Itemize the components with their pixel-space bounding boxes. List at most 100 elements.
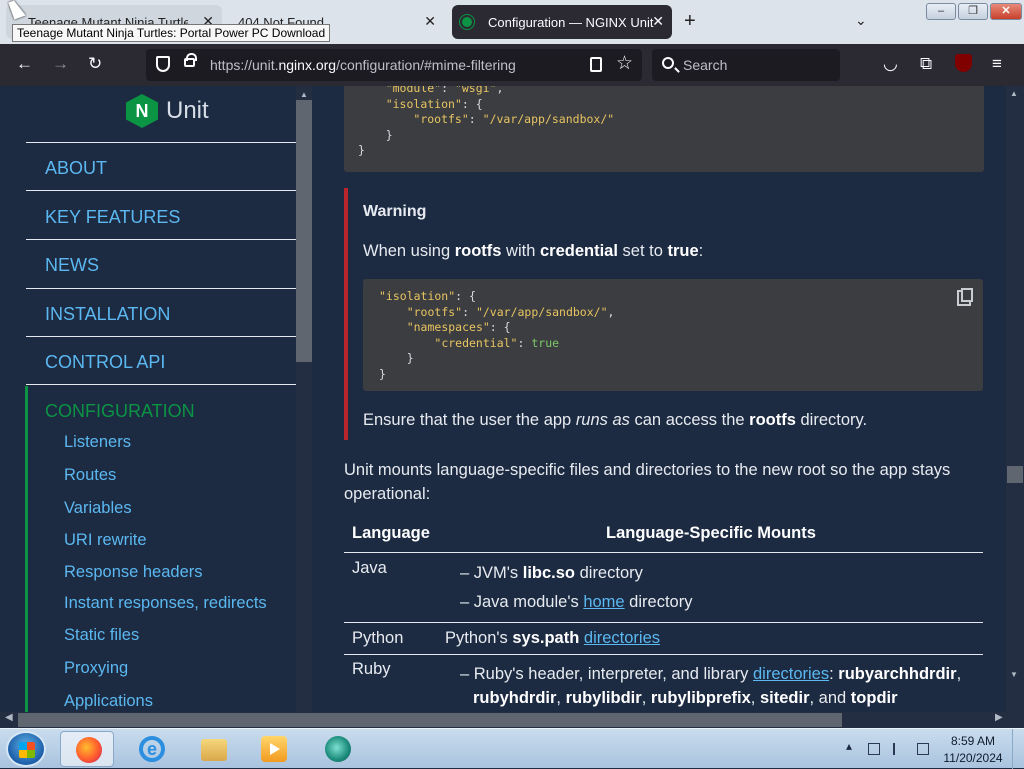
tracking-protection-shield-icon[interactable] (156, 56, 170, 72)
sidebar-subitem-routes[interactable]: Routes (64, 466, 116, 485)
divider (26, 142, 296, 143)
code-block: "module": "wsgi", "isolation": { "rootfs… (344, 86, 984, 172)
pocket-icon[interactable]: ◡ (883, 54, 898, 74)
taskbar-internet-explorer[interactable]: e (124, 731, 178, 767)
lock-icon[interactable] (184, 53, 197, 67)
close-window-button[interactable]: ✕ (990, 3, 1022, 20)
mounts-paragraph: Unit mounts language-specific files and … (344, 461, 951, 503)
close-tab-icon[interactable]: ✕ (652, 14, 664, 28)
scroll-up-arrow-icon[interactable]: ▲ (300, 90, 308, 99)
firefox-icon (76, 737, 102, 763)
ublock-shield-icon[interactable] (955, 54, 972, 77)
minimize-button[interactable]: – (926, 3, 956, 20)
table-cell-ruby: Ruby (352, 660, 391, 678)
unit-logo[interactable]: N Unit (126, 94, 209, 128)
ruby-directories-link[interactable]: directories (753, 665, 829, 683)
horizontal-scrollbar[interactable]: ◀ ▶ (0, 712, 1024, 728)
action-center-flag-icon[interactable] (893, 743, 905, 755)
sidebar-subitem-response-headers[interactable]: Response headers (64, 563, 203, 582)
divider (26, 336, 296, 337)
horizontal-scrollbar-thumb[interactable] (18, 713, 842, 727)
sidebar: N Unit ABOUT KEY FEATURES NEWS INSTALLAT… (0, 86, 312, 712)
windows-logo-icon (19, 742, 35, 758)
maximize-button[interactable]: ❐ (958, 3, 988, 20)
internet-explorer-icon: e (139, 736, 165, 762)
sidebar-item-news[interactable]: NEWS (45, 255, 99, 276)
sidebar-subitem-applications[interactable]: Applications (64, 692, 153, 711)
windows-taskbar: e ▴ 8:59 AM 11/20/2024 (0, 728, 1024, 769)
forward-arrow-icon[interactable]: → (52, 55, 69, 73)
sidebar-item-control-api[interactable]: CONTROL API (45, 352, 165, 373)
hamburger-menu-icon[interactable]: ≡ (992, 54, 1002, 74)
divider (26, 288, 296, 289)
scroll-left-arrow-icon[interactable]: ◀ (5, 712, 13, 723)
warning-ensure-text: Ensure that the user the app runs as can… (363, 411, 868, 429)
sidebar-subitem-instant-responses[interactable]: Instant responses, redirects (64, 594, 267, 613)
active-section-bar (25, 386, 28, 712)
back-arrow-icon[interactable]: ← (16, 55, 33, 73)
network-icon[interactable] (868, 743, 880, 755)
reader-view-icon[interactable] (590, 57, 602, 72)
web-page: N Unit ABOUT KEY FEATURES NEWS INSTALLAT… (0, 86, 1024, 712)
taskbar-media-player[interactable] (246, 731, 300, 767)
table-header-mounts: Language-Specific Mounts (606, 524, 816, 542)
code-block-rootfs-credential: "isolation": { "rootfs": "/var/app/sandb… (363, 279, 983, 391)
divider (26, 384, 296, 385)
sidebar-item-key-features[interactable]: KEY FEATURES (45, 207, 180, 228)
table-rule (344, 622, 983, 623)
warning-text: When using rootfs with credential set to… (363, 242, 704, 260)
taskbar-app[interactable] (310, 731, 364, 767)
extensions-puzzle-icon[interactable]: ⧉ (920, 54, 932, 74)
scroll-down-arrow-icon[interactable]: ▼ (1010, 670, 1018, 679)
taskbar-firefox[interactable] (60, 731, 114, 767)
main-content: "module": "wsgi", "isolation": { "rootfs… (312, 86, 1006, 712)
url-text[interactable]: https://unit.nginx.org/configuration/#mi… (210, 57, 516, 73)
java-mount-libc: – JVM's libc.so directory (460, 564, 643, 582)
copy-icon[interactable] (961, 288, 973, 302)
table-header-language: Language (352, 524, 430, 542)
divider (26, 190, 296, 191)
sidebar-subitem-variables[interactable]: Variables (64, 499, 132, 518)
tab-bar: Teenage Mutant Ninja Turtles: Portal Pow… (0, 0, 1024, 44)
start-button[interactable] (6, 731, 46, 767)
sidebar-subitem-proxying[interactable]: Proxying (64, 659, 128, 678)
reload-icon[interactable]: ↻ (88, 55, 102, 73)
directories-link[interactable]: directories (584, 629, 660, 647)
media-player-icon (261, 736, 287, 762)
sidebar-subitem-uri-rewrite[interactable]: URI rewrite (64, 531, 147, 550)
close-tab-icon[interactable]: ✕ (424, 14, 436, 28)
new-tab-icon[interactable]: + (684, 10, 696, 33)
clock-time[interactable]: 8:59 AM (944, 734, 1002, 748)
clock-date[interactable]: 11/20/2024 (942, 751, 1004, 765)
table-rule (344, 654, 983, 655)
sidebar-subitem-listeners[interactable]: Listeners (64, 433, 131, 452)
app-icon (325, 736, 351, 762)
logo-text: Unit (166, 97, 209, 124)
show-hidden-icons-arrow-icon[interactable]: ▴ (846, 739, 852, 753)
tab-label: Configuration — NGINX Unit (488, 14, 654, 30)
main-scrollbar-thumb[interactable] (1007, 466, 1023, 483)
search-input[interactable]: Search (652, 49, 840, 81)
scroll-right-arrow-icon[interactable]: ▶ (995, 712, 1003, 723)
volume-muted-icon[interactable] (917, 743, 929, 755)
sidebar-item-installation[interactable]: INSTALLATION (45, 304, 170, 325)
navigation-toolbar: ← → ↻ https://unit.nginx.org/configurati… (0, 44, 1024, 107)
sidebar-item-configuration[interactable]: CONFIGURATION (45, 401, 195, 422)
url-bar[interactable]: https://unit.nginx.org/configuration/#mi… (146, 49, 642, 81)
sidebar-subitem-static-files[interactable]: Static files (64, 626, 139, 645)
home-link[interactable]: home (583, 593, 624, 611)
python-mount: Python's sys.path directories (445, 629, 661, 647)
main-scrollbar[interactable] (1006, 86, 1024, 712)
warning-accent-bar (344, 188, 348, 440)
tab-configuration[interactable]: Configuration — NGINX Unit ✕ (452, 5, 672, 39)
scroll-up-arrow-icon[interactable]: ▲ (1010, 89, 1018, 98)
sidebar-scrollbar-thumb[interactable] (296, 100, 312, 362)
sidebar-item-about[interactable]: ABOUT (45, 158, 107, 179)
list-all-tabs-icon[interactable]: ⌄ (855, 12, 867, 29)
nginx-favicon-icon (460, 15, 474, 29)
bookmark-star-icon[interactable]: ☆ (616, 52, 633, 75)
show-desktop-button[interactable] (1012, 729, 1024, 769)
divider (26, 239, 296, 240)
warning-title: Warning (363, 203, 427, 220)
taskbar-file-explorer[interactable] (186, 731, 240, 767)
